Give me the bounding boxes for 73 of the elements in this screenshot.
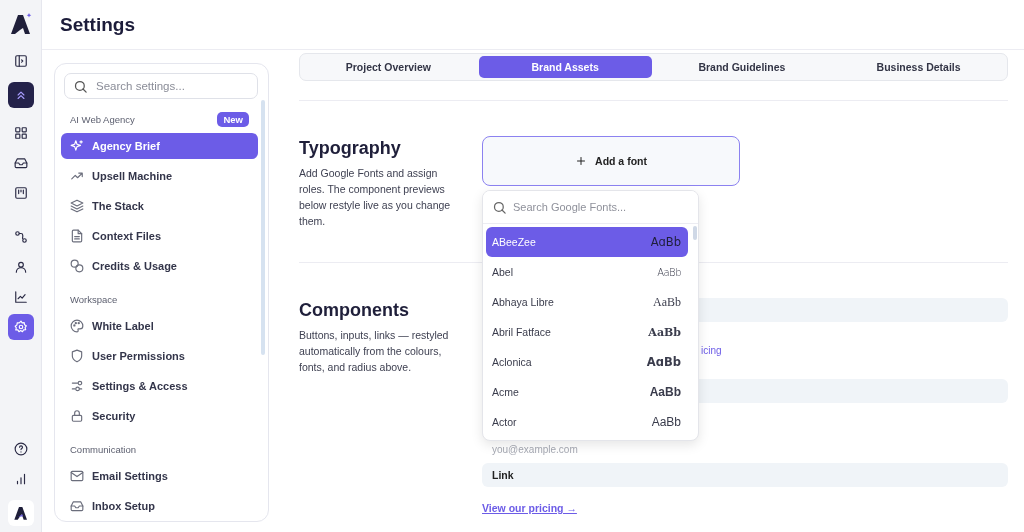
preview-link[interactable]: icing: [701, 345, 722, 359]
inbox-icon: [70, 499, 84, 513]
font-search-field[interactable]: Search Google Fonts...: [483, 191, 698, 224]
font-preview: AaBb: [653, 294, 681, 310]
coins-icon: [70, 259, 84, 273]
font-preview: AɑBb: [650, 235, 681, 249]
inbox-icon: [13, 156, 28, 170]
route-icon: [13, 230, 28, 244]
font-option[interactable]: Acme AaBb: [486, 377, 688, 407]
plus-icon: [575, 155, 588, 167]
sparkles-icon: [70, 139, 84, 153]
layers-icon: [70, 199, 84, 213]
search-icon: [73, 78, 88, 94]
tab[interactable]: Project Overview: [302, 56, 475, 78]
font-preview: AaBb: [657, 266, 681, 278]
logo-icon: [8, 12, 33, 36]
font-option[interactable]: Abril Fatface AaBb: [486, 317, 688, 347]
preview-header-bar: Link: [482, 463, 1008, 487]
user-icon: [13, 260, 28, 274]
section-label: AI Web Agency: [70, 113, 135, 125]
settings-nav-item[interactable]: Agency Brief: [61, 133, 258, 159]
document-icon: [70, 229, 84, 243]
tab[interactable]: Business Details: [832, 56, 1005, 78]
email-input[interactable]: you@example.com: [492, 442, 692, 456]
font-preview: AaBb: [649, 385, 681, 399]
add-font-button[interactable]: Add a font: [482, 136, 740, 186]
sliders-icon: [70, 379, 84, 393]
font-preview: AaBb: [648, 325, 681, 339]
workspace-button[interactable]: [7, 82, 34, 108]
new-badge: New: [217, 111, 249, 127]
settings-nav-item[interactable]: Credits & Usage: [61, 253, 258, 279]
section-description: Buttons, inputs, links — restyled automatically from the colours, fonts, and radius above.: [299, 328, 450, 375]
section-title: Typography: [299, 138, 402, 159]
trending-up-icon: [70, 169, 84, 183]
settings-nav-item[interactable]: The Stack: [61, 193, 258, 219]
board-icon: [13, 186, 28, 200]
settings-button[interactable]: [7, 314, 34, 340]
font-preview: AɑBb: [646, 355, 681, 369]
palette-icon: [70, 319, 84, 333]
settings-nav-item[interactable]: Email Settings: [61, 463, 258, 489]
pricing-link[interactable]: View our pricing →: [482, 502, 577, 514]
lock-icon: [70, 409, 84, 423]
page-title: Settings: [60, 13, 135, 36]
tab[interactable]: Brand Assets: [478, 56, 652, 78]
font-option[interactable]: Abhaya Libre AaBb: [486, 287, 688, 317]
font-preview: AaBb: [651, 415, 681, 429]
sidebar-toggle-icon: [13, 54, 28, 68]
section-label: Workspace: [70, 293, 118, 305]
search-field[interactable]: Search settings...: [64, 73, 258, 99]
scrollbar[interactable]: [261, 100, 265, 355]
settings-nav-item[interactable]: Upsell Machine: [61, 163, 258, 189]
settings-nav-item[interactable]: Security: [61, 403, 258, 429]
section-description: Add Google Fonts and assign roles. The component previews below restyle live as you change them.: [299, 166, 452, 229]
app-logo[interactable]: [7, 500, 34, 526]
section-label: Communication: [70, 443, 136, 455]
settings-nav-item[interactable]: Inbox Setup: [61, 493, 258, 519]
shield-icon: [70, 349, 84, 363]
settings-nav-item[interactable]: Settings & Access: [61, 373, 258, 399]
tab[interactable]: Brand Guidelines: [655, 56, 829, 78]
help-icon: [13, 442, 28, 456]
line-chart-icon: [13, 290, 28, 304]
font-option[interactable]: ABeeZee AɑBb: [486, 227, 688, 257]
search-icon: [492, 200, 507, 215]
font-option[interactable]: Abel AaBb: [486, 257, 688, 287]
settings-icon: [13, 320, 28, 334]
settings-nav-item[interactable]: White Label: [61, 313, 258, 339]
settings-nav-item[interactable]: Context Files: [61, 223, 258, 249]
section-title: Components: [299, 300, 410, 321]
font-option[interactable]: Actor AaBb: [486, 407, 688, 437]
grid-icon: [13, 126, 28, 140]
font-option[interactable]: Aclonica AɑBb: [486, 347, 688, 377]
settings-nav-item[interactable]: User Permissions: [61, 343, 258, 369]
mail-icon: [70, 469, 84, 483]
